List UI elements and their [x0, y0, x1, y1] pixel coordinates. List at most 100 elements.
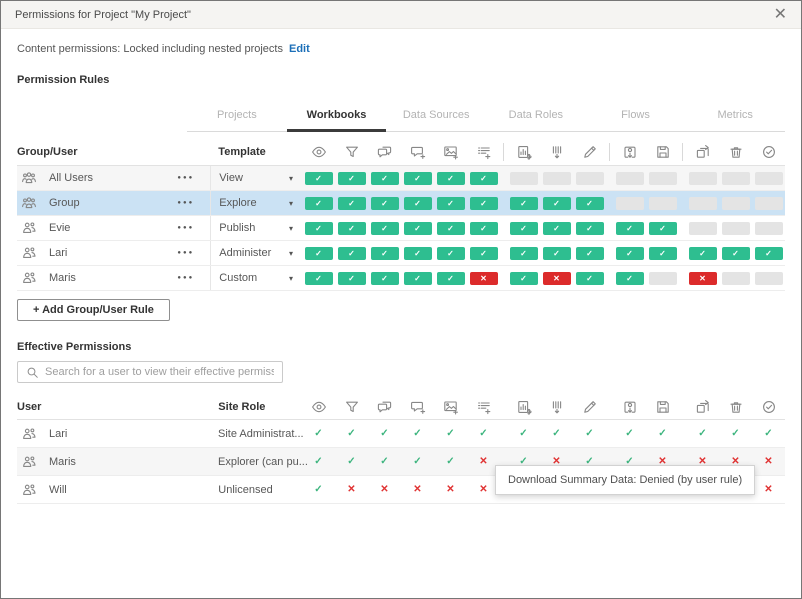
capability-allow-chip[interactable]: ✓	[305, 222, 333, 235]
capability-unset-chip[interactable]	[689, 197, 717, 210]
capability-allow-chip[interactable]: ✓	[437, 222, 465, 235]
capability-allow-chip[interactable]: ✓	[576, 272, 604, 285]
template-dropdown[interactable]: Administer▾	[210, 241, 302, 265]
capability-allow-chip[interactable]: ✓	[755, 247, 783, 260]
capability-unset-chip[interactable]	[755, 222, 783, 235]
tab-metrics[interactable]: Metrics	[685, 105, 785, 131]
capability-allow-chip[interactable]: ✓	[305, 272, 333, 285]
capability-unset-chip[interactable]	[616, 172, 644, 185]
capability-unset-chip[interactable]	[755, 172, 783, 185]
capability-deny-chip[interactable]: ✕	[689, 272, 717, 285]
row-actions-menu-icon[interactable]: ●●●	[177, 175, 210, 181]
capability-unset-chip[interactable]	[689, 222, 717, 235]
capability-allow-chip[interactable]: ✓	[404, 172, 432, 185]
capability-allow-chip[interactable]: ✓	[689, 247, 717, 260]
capability-allow-chip[interactable]: ✓	[616, 247, 644, 260]
tab-flows[interactable]: Flows	[586, 105, 686, 131]
set-permissions-icon	[752, 399, 785, 415]
rule-row[interactable]: All Users●●●View▾✓✓✓✓✓✓	[17, 166, 785, 191]
capability-deny-chip[interactable]: ✕	[543, 272, 571, 285]
capability-allow-chip[interactable]: ✓	[404, 272, 432, 285]
row-actions-menu-icon[interactable]: ●●●	[177, 225, 210, 231]
capability-allow-chip[interactable]: ✓	[437, 172, 465, 185]
capability-unset-chip[interactable]	[755, 197, 783, 210]
capability-unset-chip[interactable]	[722, 272, 750, 285]
capability-allow-chip[interactable]: ✓	[649, 222, 677, 235]
capability-allow-chip[interactable]: ✓	[338, 197, 366, 210]
capability-allow-chip[interactable]: ✓	[510, 197, 538, 210]
capability-allow-chip[interactable]: ✓	[543, 197, 571, 210]
capability-unset-chip[interactable]	[543, 172, 571, 185]
tab-data-roles[interactable]: Data Roles	[486, 105, 586, 131]
search-input[interactable]	[45, 366, 274, 378]
capability-allow-chip[interactable]: ✓	[437, 272, 465, 285]
template-dropdown[interactable]: Explore▾	[210, 191, 302, 215]
capability-allow-chip[interactable]: ✓	[305, 247, 333, 260]
capability-allow-chip[interactable]: ✓	[616, 272, 644, 285]
capability-allow-chip[interactable]: ✓	[576, 247, 604, 260]
capability-allow-chip[interactable]: ✓	[470, 222, 498, 235]
row-actions-menu-icon[interactable]: ●●●	[177, 275, 210, 281]
capability-cell	[752, 172, 785, 185]
capability-allow-chip[interactable]: ✓	[510, 247, 538, 260]
row-actions-menu-icon[interactable]: ●●●	[177, 250, 210, 256]
template-dropdown[interactable]: Custom▾	[210, 266, 302, 290]
template-dropdown[interactable]: View▾	[210, 166, 302, 190]
capability-allow-chip[interactable]: ✓	[338, 172, 366, 185]
capability-allow-chip[interactable]: ✓	[338, 222, 366, 235]
capability-allow-chip[interactable]: ✓	[576, 222, 604, 235]
capability-allow-chip[interactable]: ✓	[722, 247, 750, 260]
capability-allow-chip[interactable]: ✓	[543, 222, 571, 235]
capability-deny-chip[interactable]: ✕	[470, 272, 498, 285]
capability-allow-chip[interactable]: ✓	[576, 197, 604, 210]
capability-allow-chip[interactable]: ✓	[470, 247, 498, 260]
effective-permissions-search[interactable]	[17, 361, 283, 383]
dialog-title: Permissions for Project "My Project"	[15, 9, 191, 21]
capability-allow-chip[interactable]: ✓	[338, 272, 366, 285]
template-dropdown[interactable]: Publish▾	[210, 216, 302, 240]
rule-row[interactable]: Evie●●●Publish▾✓✓✓✓✓✓✓✓✓✓✓	[17, 216, 785, 241]
capability-allow-chip[interactable]: ✓	[543, 247, 571, 260]
capability-allow-chip[interactable]: ✓	[371, 197, 399, 210]
capability-unset-chip[interactable]	[649, 172, 677, 185]
tab-data-sources[interactable]: Data Sources	[386, 105, 486, 131]
capability-unset-chip[interactable]	[722, 197, 750, 210]
tab-workbooks[interactable]: Workbooks	[287, 105, 387, 132]
capability-unset-chip[interactable]	[576, 172, 604, 185]
rule-row[interactable]: Lari●●●Administer▾✓✓✓✓✓✓✓✓✓✓✓✓✓✓	[17, 241, 785, 266]
capability-allow-chip[interactable]: ✓	[404, 222, 432, 235]
capability-allow-chip[interactable]: ✓	[470, 172, 498, 185]
capability-allow-chip[interactable]: ✓	[510, 222, 538, 235]
capability-allow-chip[interactable]: ✓	[616, 222, 644, 235]
capability-allow-chip[interactable]: ✓	[649, 247, 677, 260]
tab-projects[interactable]: Projects	[187, 105, 287, 131]
capability-unset-chip[interactable]	[722, 172, 750, 185]
capability-unset-chip[interactable]	[649, 197, 677, 210]
capability-allow-chip[interactable]: ✓	[404, 197, 432, 210]
add-group-user-rule-button[interactable]: + Add Group/User Rule	[17, 299, 170, 321]
capability-allow-chip[interactable]: ✓	[371, 247, 399, 260]
close-icon[interactable]: ✕	[774, 7, 787, 23]
edit-link[interactable]: Edit	[289, 43, 310, 55]
capability-unset-chip[interactable]	[689, 172, 717, 185]
capability-allow-chip[interactable]: ✓	[437, 197, 465, 210]
capability-allow-chip[interactable]: ✓	[305, 197, 333, 210]
site-role-value: Explorer (can pu...	[210, 456, 302, 468]
capability-unset-chip[interactable]	[649, 272, 677, 285]
capability-allow-chip[interactable]: ✓	[371, 172, 399, 185]
capability-allow-chip[interactable]: ✓	[470, 197, 498, 210]
capability-unset-chip[interactable]	[722, 222, 750, 235]
rule-row[interactable]: Group●●●Explore▾✓✓✓✓✓✓✓✓✓	[17, 191, 785, 216]
rule-row[interactable]: Maris●●●Custom▾✓✓✓✓✓✕✓✕✓✓✕	[17, 266, 785, 291]
row-actions-menu-icon[interactable]: ●●●	[177, 200, 210, 206]
capability-allow-chip[interactable]: ✓	[305, 172, 333, 185]
capability-allow-chip[interactable]: ✓	[404, 247, 432, 260]
capability-allow-chip[interactable]: ✓	[510, 272, 538, 285]
capability-unset-chip[interactable]	[755, 272, 783, 285]
capability-allow-chip[interactable]: ✓	[371, 222, 399, 235]
capability-allow-chip[interactable]: ✓	[437, 247, 465, 260]
capability-unset-chip[interactable]	[510, 172, 538, 185]
capability-unset-chip[interactable]	[616, 197, 644, 210]
capability-allow-chip[interactable]: ✓	[371, 272, 399, 285]
capability-allow-chip[interactable]: ✓	[338, 247, 366, 260]
